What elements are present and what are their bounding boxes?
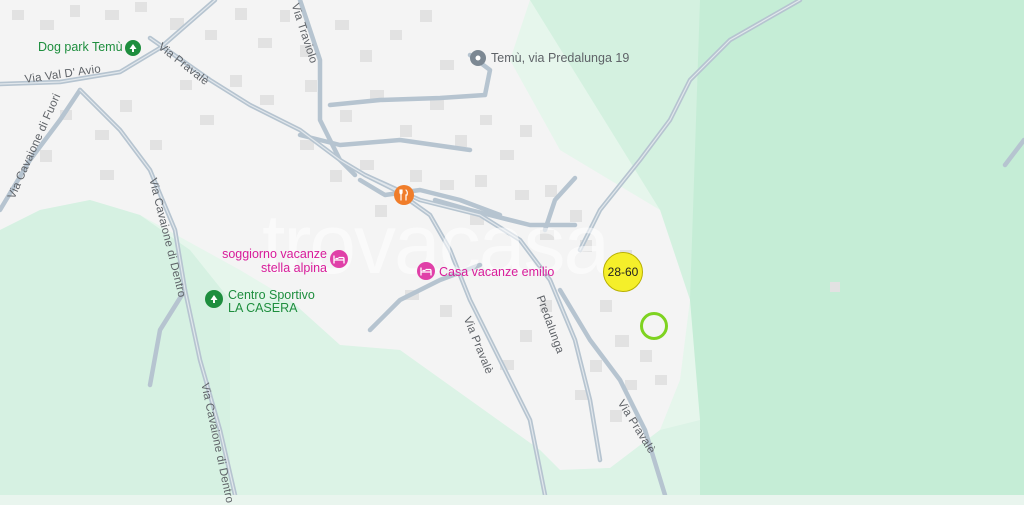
poi-label-soggiorno-line1[interactable]: soggiorno vacanze [221,247,327,261]
tree-icon[interactable] [205,290,223,308]
bed-icon[interactable] [417,262,435,280]
cluster-label: 28-60 [607,265,639,279]
listing-ring-marker[interactable] [640,312,668,340]
listing-cluster-marker[interactable]: 28-60 [603,252,643,292]
poi-label-dog-park[interactable]: Dog park Temù [38,40,123,54]
forest-area-east [690,0,1024,495]
location-pin-icon[interactable] [470,50,486,66]
poi-label-address[interactable]: Temù, via Predalunga 19 [491,51,629,65]
map-canvas[interactable] [0,0,1024,495]
poi-label-centro-sportivo-line2[interactable]: LA CASERA [228,301,297,315]
fork-knife-icon[interactable] [394,185,414,205]
poi-label-soggiorno-line2[interactable]: stella alpina [221,261,327,275]
tree-icon[interactable] [125,40,141,56]
poi-label-casa-vacanze-emilio[interactable]: Casa vacanze emilio [439,265,554,279]
bed-icon[interactable] [330,250,348,268]
